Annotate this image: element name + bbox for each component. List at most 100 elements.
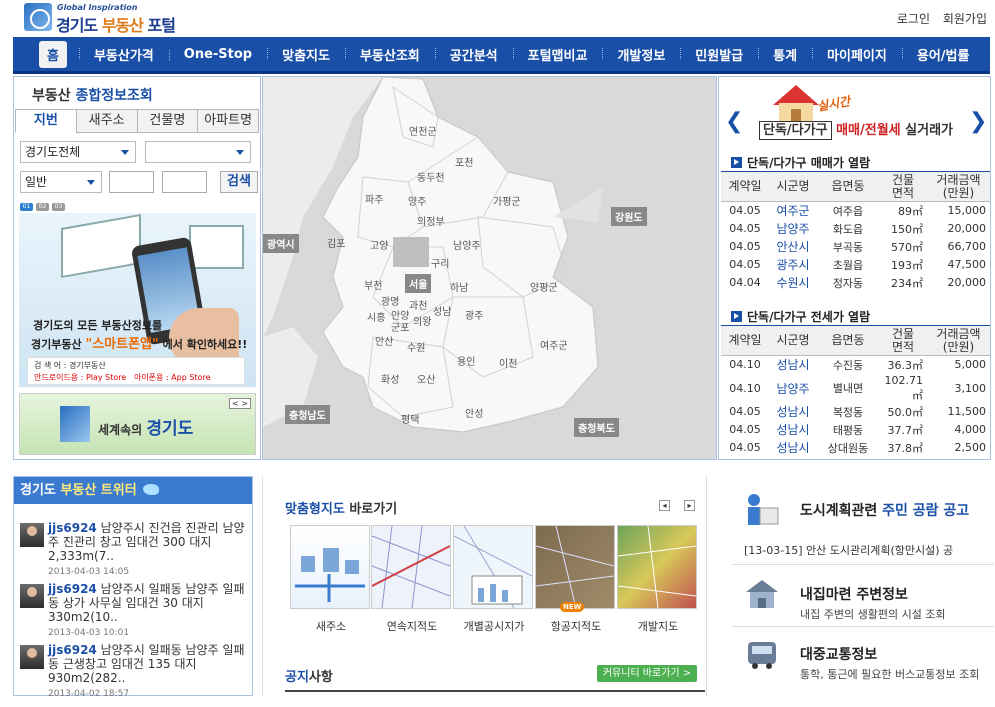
nav-home[interactable]: 홈	[39, 40, 67, 68]
region-label[interactable]: 여주군	[540, 337, 568, 352]
subregion-select[interactable]	[145, 141, 251, 163]
thumb-cadastral[interactable]: 연속지적도	[371, 525, 451, 633]
sub-lot-input[interactable]	[162, 171, 207, 193]
tab-apartment-name[interactable]: 아파트명	[197, 109, 259, 133]
tab-new-address[interactable]: 새주소	[75, 109, 138, 133]
chungbuk-tag[interactable]: 충청북도	[574, 418, 619, 437]
region-label[interactable]: 과천	[409, 297, 427, 312]
play-store-link[interactable]: 안드로이드용 : Play Store	[34, 373, 126, 382]
nav-map-compare[interactable]: 포털맵비교	[512, 45, 603, 64]
region-label[interactable]: 시흥	[367, 309, 385, 324]
gangwon-tag[interactable]: 강원도	[611, 207, 647, 226]
smartphone-app-banner[interactable]: 경기도의 모든 부동산정보를 경기부동산 "스마트폰앱" 에서 확인하세요!! …	[19, 213, 256, 387]
region-label[interactable]: 안산	[375, 333, 393, 348]
tweet-item[interactable]: jjs6924 남양주시 진건읍 진관리 남양주 진관리 창고 임대건 300 …	[18, 521, 250, 585]
region-label[interactable]: 연천군	[409, 123, 437, 138]
community-button[interactable]: 커뮤니티 바로가기 >	[597, 665, 697, 682]
region-label[interactable]: 김포	[327, 235, 345, 250]
table-row[interactable]: 04.10 성남시 수진동 36.3㎡ 5,000	[721, 356, 990, 374]
global-gyeonggi-banner[interactable]: 세계속의 경기도 < >	[19, 393, 256, 455]
region-select[interactable]: 경기도전체	[20, 141, 136, 163]
signup-link[interactable]: 회원가입	[943, 12, 987, 26]
table-row[interactable]: 04.05 안산시 부곡동 570㎡ 66,700	[721, 238, 990, 256]
banner-page-2[interactable]: 02	[36, 203, 49, 211]
region-label[interactable]: 군포	[391, 319, 409, 334]
prev-arrow-icon[interactable]: ❮	[725, 109, 743, 134]
nav-development[interactable]: 개발정보	[602, 45, 680, 64]
region-label[interactable]: 용인	[457, 353, 475, 368]
search-button[interactable]: 검색	[220, 171, 258, 193]
lot-type-select[interactable]: 일반	[20, 171, 102, 193]
region-label[interactable]: 가평군	[493, 193, 521, 208]
banner-page-3[interactable]: 03	[52, 203, 65, 211]
region-label[interactable]: 포천	[455, 154, 473, 169]
region-label[interactable]: 광명	[381, 293, 399, 308]
region-label[interactable]: 양주	[408, 193, 426, 208]
chungnam-tag[interactable]: 충청남도	[285, 405, 330, 424]
nav-price[interactable]: 부동산가격	[78, 45, 169, 64]
table-row[interactable]: 04.05 광주시 초월읍 193㎡ 47,500	[721, 256, 990, 274]
public-transport-block[interactable]: 대중교통정보 통학, 통근에 필요한 버스교통정보 조회	[744, 636, 994, 681]
thumb-new-address[interactable]: 새주소	[290, 525, 370, 633]
lease-section-title[interactable]: 단독/다가구 전세가 열람	[731, 308, 870, 325]
region-label[interactable]: 성남	[433, 303, 451, 318]
next-arrow-icon[interactable]: ❯	[969, 109, 987, 134]
twitter-header[interactable]: 경기도 부동산 트위터	[14, 477, 252, 504]
banner-page-1[interactable]: 01	[20, 203, 33, 211]
nav-lookup[interactable]: 부동산조회	[344, 45, 435, 64]
metro-city-tag[interactable]: 광역시	[263, 234, 299, 253]
region-label[interactable]: 구리	[431, 255, 449, 270]
region-label[interactable]: 평택	[401, 411, 419, 426]
thumb-development[interactable]: 개발지도	[617, 525, 697, 633]
nav-mypage[interactable]: 마이페이지	[812, 45, 902, 64]
region-label[interactable]: 이천	[499, 355, 517, 370]
region-label[interactable]: 안성	[465, 405, 483, 420]
table-row[interactable]: 04.05 성남시 태평동 37.7㎡ 4,000	[721, 421, 990, 439]
thumb-aerial[interactable]: NEW 항공지적도	[535, 525, 615, 633]
region-label[interactable]: 고양	[370, 237, 388, 252]
banner2-nav-buttons[interactable]: < >	[229, 398, 251, 409]
sale-section-title[interactable]: 단독/다가구 매매가 열람	[731, 154, 870, 171]
nav-civil[interactable]: 민원발급	[680, 45, 758, 64]
region-label[interactable]: 오산	[417, 371, 435, 386]
region-label[interactable]: 의왕	[413, 313, 431, 328]
region-label[interactable]: 광주	[465, 307, 483, 322]
tab-lot-number[interactable]: 지번	[15, 109, 77, 133]
tab-building-name[interactable]: 건물명	[136, 109, 199, 133]
region-label[interactable]: 파주	[365, 191, 383, 206]
prev-small-icon[interactable]: ◂	[659, 500, 670, 511]
urban-planning-notice[interactable]: 도시계획관련 주민 공람 공고	[744, 492, 994, 532]
nav-glossary[interactable]: 용어/법률	[901, 45, 985, 64]
nav-statistics[interactable]: 통계	[758, 45, 812, 64]
app-store-link[interactable]: 아이폰용 : App Store	[134, 373, 211, 382]
region-label[interactable]: 양평군	[530, 279, 558, 294]
seoul-tag[interactable]: 서울	[405, 274, 432, 293]
latest-notice-link[interactable]: [13-03-15] 안산 도시관리계획(항만시설) 공	[744, 542, 953, 558]
region-label[interactable]: 하남	[450, 279, 468, 294]
table-row[interactable]: 04.04 수원시 정자동 234㎡ 20,000	[721, 274, 990, 292]
region-label[interactable]: 부천	[364, 277, 382, 292]
region-label[interactable]: 동두천	[417, 169, 445, 184]
portal-logo[interactable]: Global Inspiration 경기도 부동산 포털	[24, 2, 194, 35]
thumb-official-price[interactable]: 개별공시지가	[453, 525, 533, 633]
next-small-icon[interactable]: ▸	[684, 500, 695, 511]
table-row[interactable]: 04.05 남양주 화도읍 150㎡ 20,000	[721, 220, 990, 238]
table-row[interactable]: 04.05 성남시 복정동 50.0㎡ 11,500	[721, 403, 990, 421]
tweet-item[interactable]: jjs6924 남양주시 일패동 남양주 일패동 근생창고 임대건 135 대지…	[18, 643, 250, 707]
gyeonggi-map[interactable]: 연천군 포천 동두천 파주 양주 의정부 가평군 김포 고양 남양주 구리 하남…	[262, 76, 717, 460]
region-label[interactable]: 화성	[381, 371, 399, 386]
home-surroundings-block[interactable]: 내집마련 주변정보 내집 주변의 생활편의 시설 조회	[744, 576, 994, 621]
nav-onestop[interactable]: One-Stop	[168, 47, 267, 62]
table-row[interactable]: 04.05 성남시 상대원동 37.8㎡ 2,500	[721, 439, 990, 457]
table-row[interactable]: 04.05 여주군 여주읍 89㎡ 15,000	[721, 202, 990, 220]
tweet-item[interactable]: jjs6924 남양주시 일패동 남양주 일패동 상가 사무실 임대건 30 대…	[18, 582, 250, 646]
region-label[interactable]: 수원	[407, 339, 425, 354]
region-label[interactable]: 의정부	[417, 213, 445, 228]
region-label[interactable]: 남양주	[453, 237, 481, 252]
nav-custom-map[interactable]: 맞춤지도	[267, 45, 345, 64]
nav-spatial[interactable]: 공간분석	[434, 45, 513, 64]
main-lot-input[interactable]	[109, 171, 154, 193]
notice-title[interactable]: 공지사항	[285, 666, 333, 685]
login-link[interactable]: 로그인	[897, 12, 930, 26]
table-row[interactable]: 04.10 남양주 별내면 102.71㎡ 3,100	[721, 374, 990, 403]
